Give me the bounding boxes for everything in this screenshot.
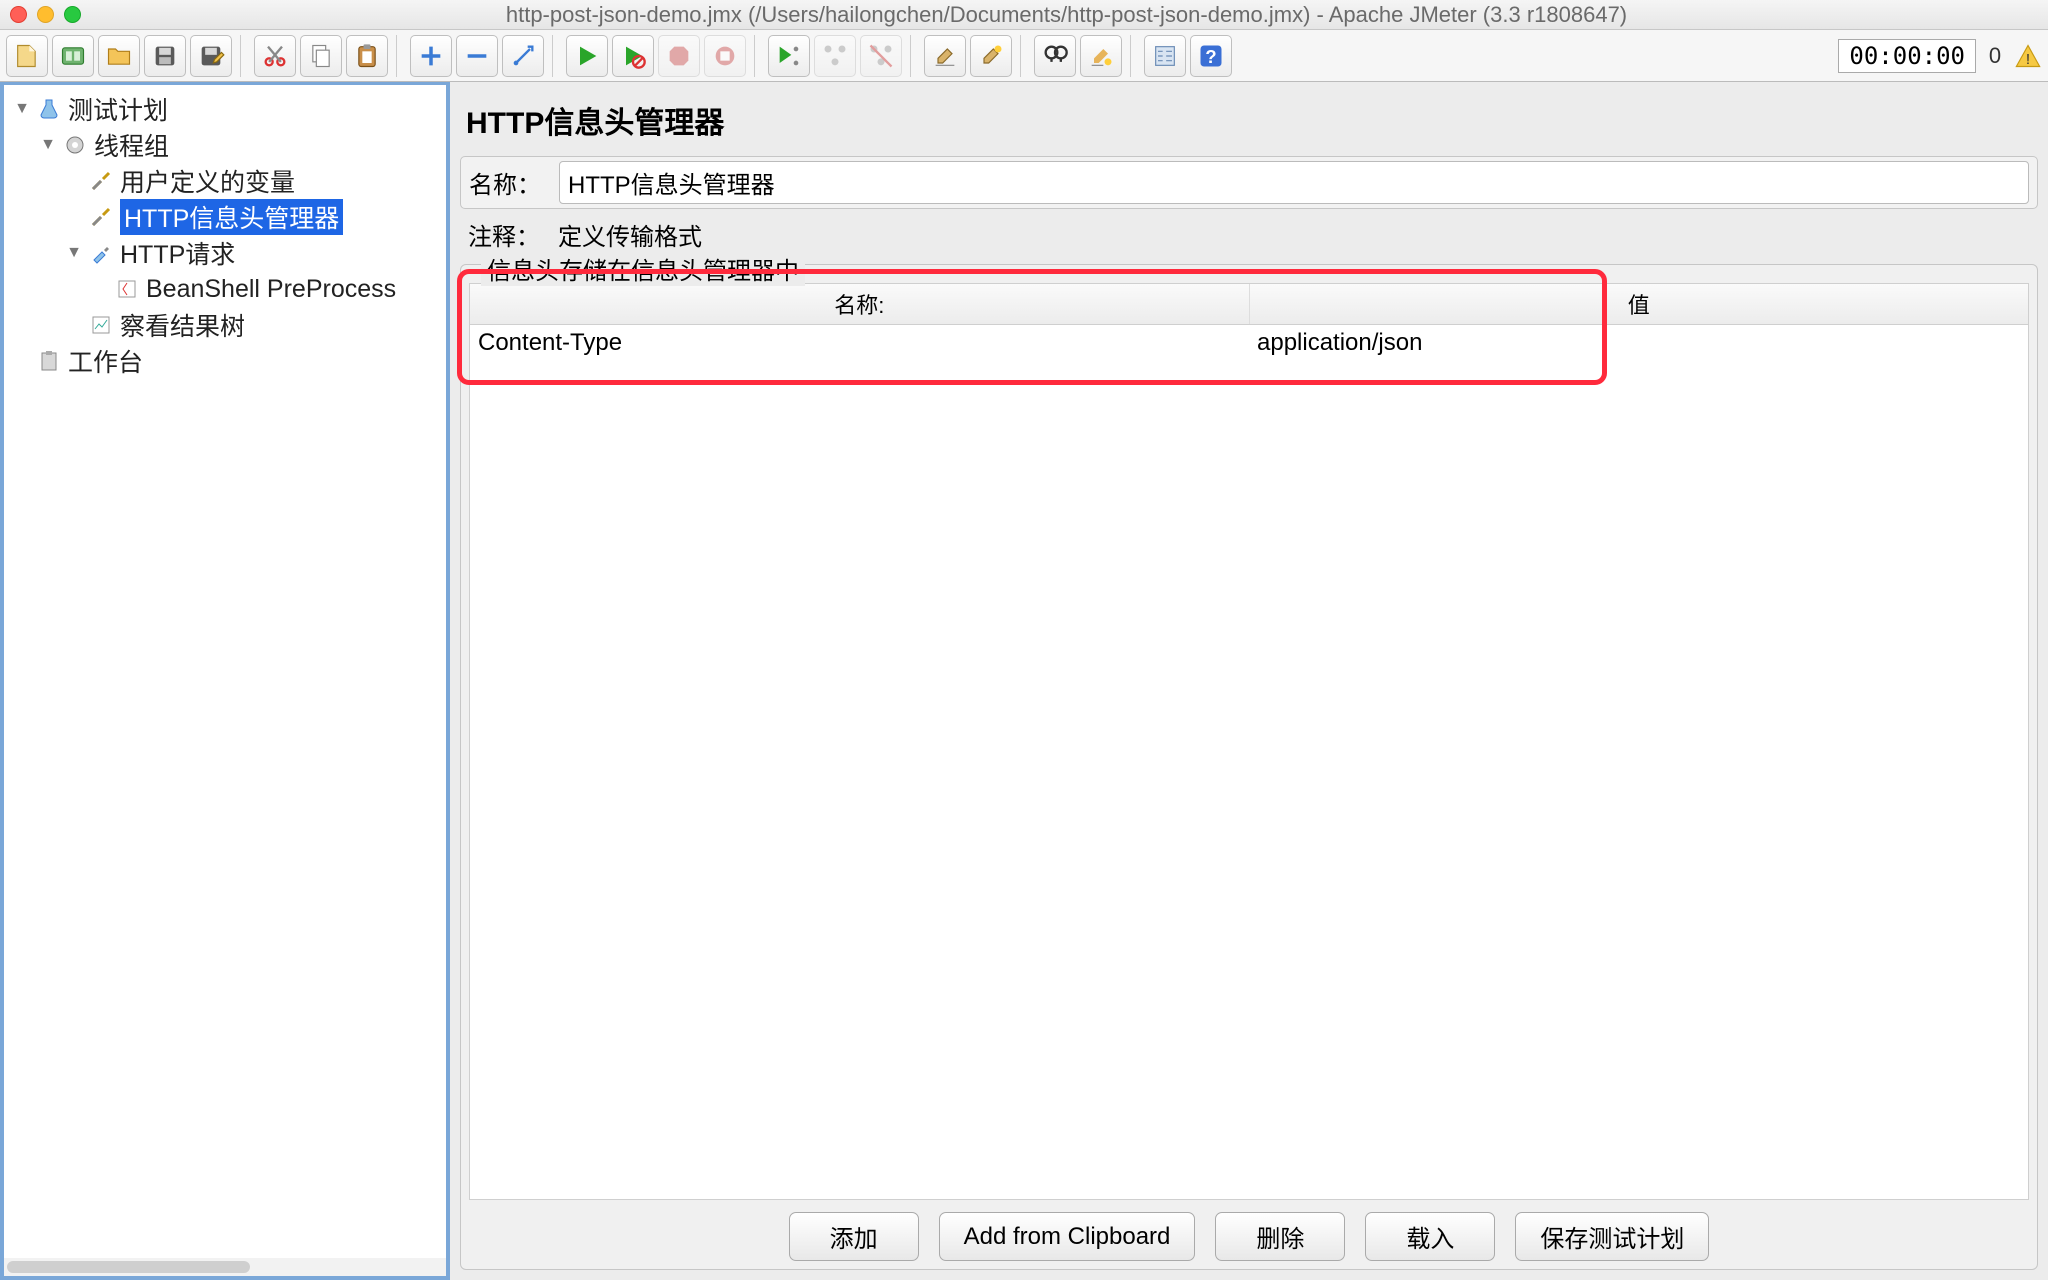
comment-field-row: 注释： 定义传输格式 — [460, 215, 2038, 254]
name-label: 名称： — [469, 165, 549, 200]
start-no-timers-button[interactable] — [612, 35, 654, 77]
button-bar: 添加 Add from Clipboard 删除 载入 保存测试计划 — [469, 1200, 2029, 1261]
cell-value[interactable]: application/json — [1249, 325, 2028, 361]
app-window: http-post-json-demo.jmx (/Users/hailongc… — [0, 0, 2048, 1280]
table-header: 名称: 值 — [470, 284, 2028, 325]
beaker-icon — [36, 96, 62, 122]
tree-label: 线程组 — [94, 127, 169, 163]
comment-input[interactable]: 定义传输格式 — [558, 217, 2030, 252]
shutdown-button[interactable] — [704, 35, 746, 77]
search-button[interactable] — [1034, 35, 1076, 77]
expand-button[interactable] — [410, 35, 452, 77]
tree-item-beanshell[interactable]: BeanShell PreProcess — [88, 271, 446, 307]
tree-item-header-manager[interactable]: HTTP信息头管理器 — [62, 199, 446, 235]
wrench-icon — [88, 168, 114, 194]
remote-start-button[interactable] — [768, 35, 810, 77]
window-title: http-post-json-demo.jmx (/Users/hailongc… — [95, 2, 2038, 28]
chevron-down-icon[interactable]: ▼ — [14, 100, 30, 118]
body-split: ▼ 测试计划 ▼ 线程组 — [0, 82, 2048, 1280]
tree-label: HTTP请求 — [120, 235, 235, 271]
templates-button[interactable] — [52, 35, 94, 77]
open-button[interactable] — [98, 35, 140, 77]
start-button[interactable] — [566, 35, 608, 77]
horizontal-scrollbar[interactable] — [4, 1258, 446, 1276]
tree-label: 察看结果树 — [120, 307, 245, 343]
name-field-row: 名称： HTTP信息头管理器 — [460, 156, 2038, 209]
tree-label: BeanShell PreProcess — [146, 275, 396, 304]
headers-table[interactable]: 名称: 值 Content-Type application/json — [469, 283, 2029, 1200]
clear-button[interactable] — [924, 35, 966, 77]
table-row[interactable]: Content-Type application/json — [470, 325, 2028, 361]
titlebar: http-post-json-demo.jmx (/Users/hailongc… — [0, 0, 2048, 30]
svg-text:?: ? — [1205, 46, 1216, 67]
headers-group: 信息头存储在信息头管理器中 名称: 值 Content-Type applica… — [460, 264, 2038, 1270]
group-title: 信息头存储在信息头管理器中 — [481, 251, 805, 286]
add-from-clipboard-button[interactable]: Add from Clipboard — [939, 1212, 1196, 1261]
function-helper-button[interactable] — [1144, 35, 1186, 77]
name-input[interactable]: HTTP信息头管理器 — [559, 161, 2029, 204]
chevron-down-icon[interactable]: ▼ — [40, 136, 56, 154]
cut-button[interactable] — [254, 35, 296, 77]
tree-label: 用户定义的变量 — [120, 163, 295, 199]
toggle-button[interactable] — [502, 35, 544, 77]
add-button[interactable]: 添加 — [789, 1212, 919, 1261]
timer-display: 00:00:00 — [1838, 39, 1976, 73]
column-name[interactable]: 名称: — [470, 284, 1250, 324]
load-button[interactable]: 载入 — [1365, 1212, 1495, 1261]
remote-stop-button[interactable] — [814, 35, 856, 77]
comment-label: 注释： — [468, 217, 548, 252]
editor-pane: HTTP信息头管理器 名称： HTTP信息头管理器 注释： 定义传输格式 信息头… — [450, 82, 2048, 1280]
clear-all-button[interactable] — [970, 35, 1012, 77]
stop-button[interactable] — [658, 35, 700, 77]
copy-button[interactable] — [300, 35, 342, 77]
tree-item-view-results[interactable]: 察看结果树 — [62, 307, 446, 343]
tree-label: HTTP信息头管理器 — [120, 199, 343, 235]
tree-item-thread-group[interactable]: ▼ 线程组 — [36, 127, 446, 163]
save-button[interactable] — [144, 35, 186, 77]
svg-text:!: ! — [2026, 51, 2030, 68]
close-icon[interactable] — [10, 6, 27, 23]
clipboard-icon — [36, 348, 62, 374]
zoom-icon[interactable] — [64, 6, 81, 23]
thread-counter: 0 — [1980, 43, 2010, 69]
test-plan-tree: ▼ 测试计划 ▼ 线程组 — [4, 91, 446, 379]
tree-item-test-plan[interactable]: ▼ 测试计划 — [10, 91, 446, 127]
save-as-button[interactable] — [190, 35, 232, 77]
new-button[interactable] — [6, 35, 48, 77]
tree-item-user-vars[interactable]: 用户定义的变量 — [62, 163, 446, 199]
delete-button[interactable]: 删除 — [1215, 1212, 1345, 1261]
reset-search-button[interactable] — [1080, 35, 1122, 77]
tree-label: 工作台 — [68, 343, 143, 379]
collapse-button[interactable] — [456, 35, 498, 77]
column-value[interactable]: 值 — [1250, 284, 2029, 324]
tree-label: 测试计划 — [68, 91, 168, 127]
paste-button[interactable] — [346, 35, 388, 77]
minimize-icon[interactable] — [37, 6, 54, 23]
chart-icon — [88, 312, 114, 338]
tree-pane[interactable]: ▼ 测试计划 ▼ 线程组 — [0, 82, 450, 1280]
tree-item-http-request[interactable]: ▼ HTTP请求 — [62, 235, 446, 271]
tree-item-workbench[interactable]: 工作台 — [10, 343, 446, 379]
traffic-lights — [10, 6, 81, 23]
warning-icon[interactable]: ! — [2014, 42, 2042, 70]
panel-title: HTTP信息头管理器 — [460, 88, 2038, 156]
toolbar: ? 00:00:00 0 ! — [0, 30, 2048, 82]
script-icon — [114, 276, 140, 302]
gear-icon — [62, 132, 88, 158]
save-test-plan-button[interactable]: 保存测试计划 — [1515, 1212, 1709, 1261]
help-button[interactable]: ? — [1190, 35, 1232, 77]
wrench-icon — [88, 204, 114, 230]
remote-shutdown-button[interactable] — [860, 35, 902, 77]
dropper-icon — [88, 240, 114, 266]
cell-name[interactable]: Content-Type — [470, 325, 1249, 361]
chevron-down-icon[interactable]: ▼ — [66, 244, 82, 262]
